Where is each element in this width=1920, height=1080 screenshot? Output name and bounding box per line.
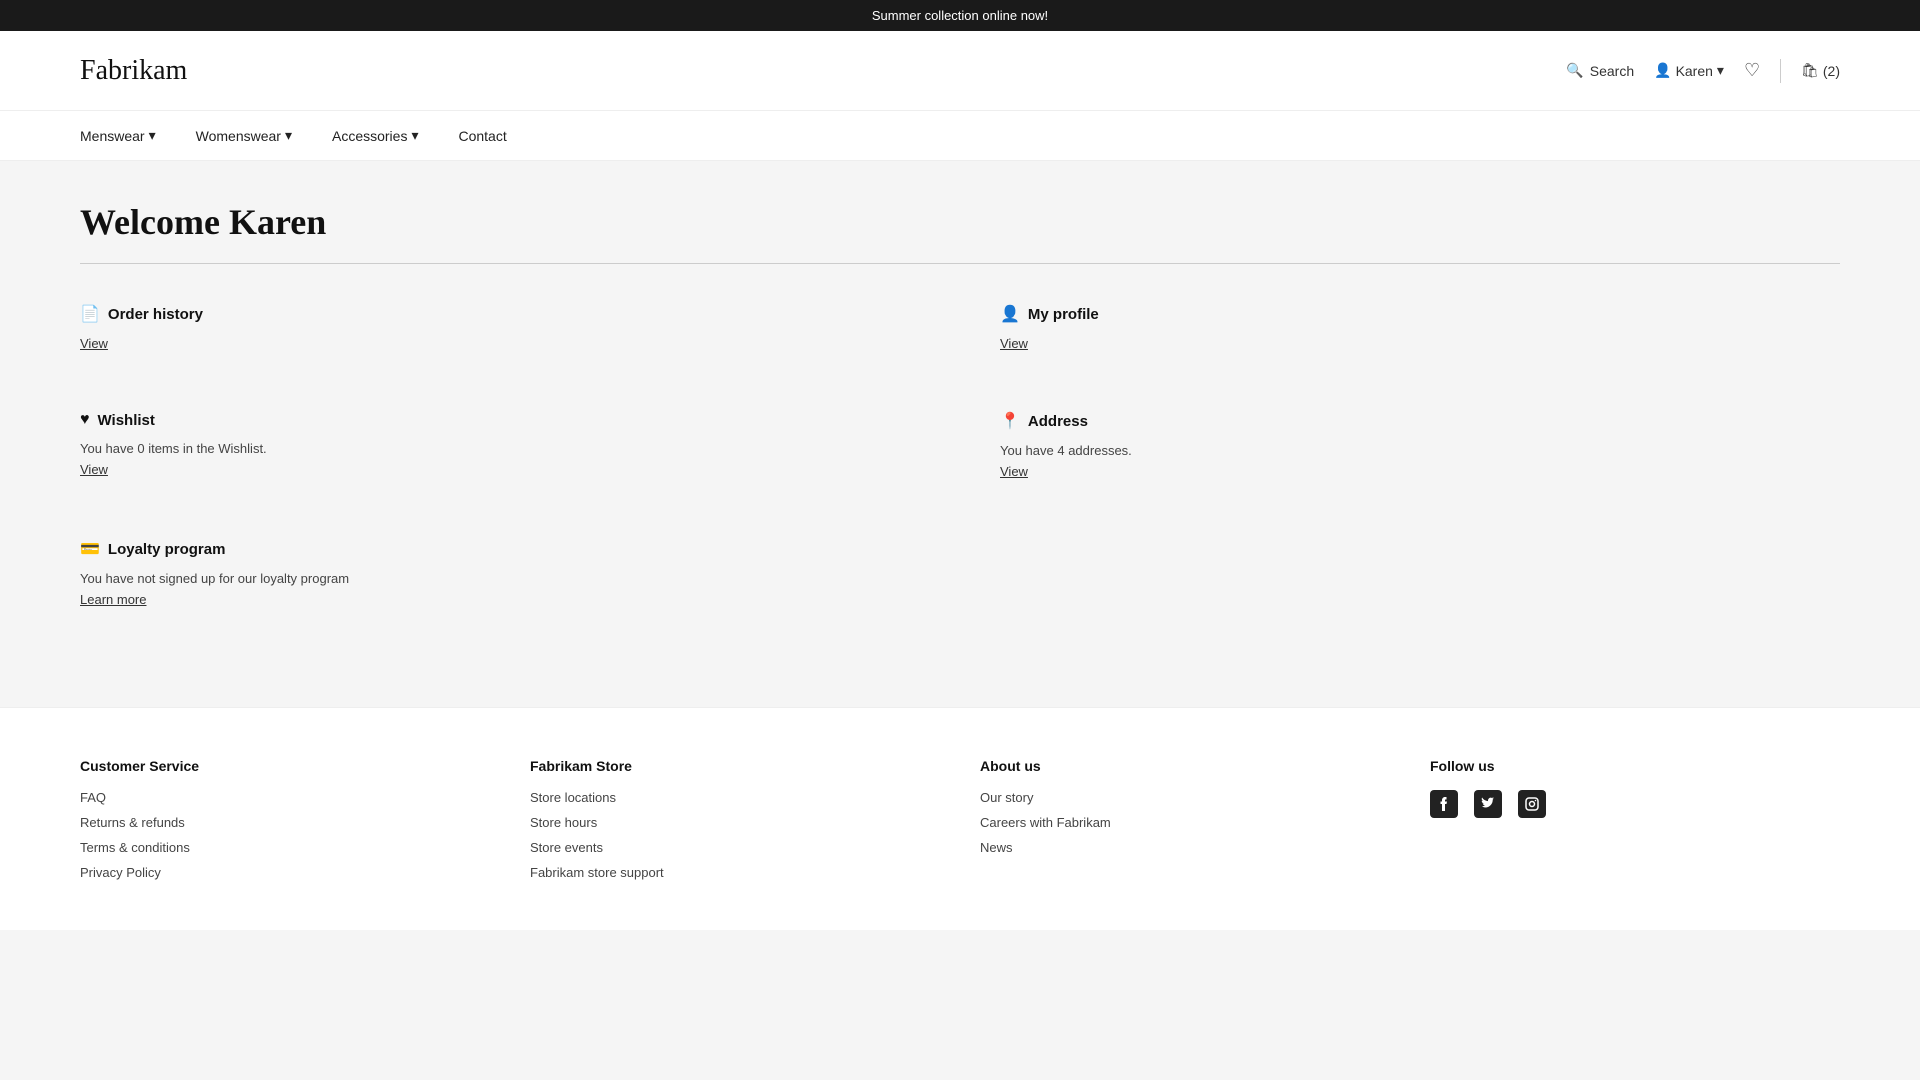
nav-contact[interactable]: Contact bbox=[458, 128, 506, 144]
cart-icon: 🛍 bbox=[1801, 62, 1819, 79]
nav-accessories-label: Accessories bbox=[332, 128, 407, 144]
footer-link-our-story[interactable]: Our story bbox=[980, 790, 1390, 805]
user-menu[interactable]: 👤 Karen ▾ bbox=[1654, 62, 1724, 79]
address-text: You have 4 addresses. bbox=[1000, 443, 1840, 458]
nav-womenswear[interactable]: Womenswear ▾ bbox=[196, 127, 292, 144]
footer-follow-us: Follow us bbox=[1430, 758, 1840, 890]
footer-fabrikam-store: Fabrikam Store Store locations Store hou… bbox=[530, 758, 940, 890]
footer-link-store-events[interactable]: Store events bbox=[530, 840, 940, 855]
footer-link-returns[interactable]: Returns & refunds bbox=[80, 815, 490, 830]
nav-womenswear-label: Womenswear bbox=[196, 128, 281, 144]
nav-menswear-label: Menswear bbox=[80, 128, 145, 144]
loyalty-text: You have not signed up for our loyalty p… bbox=[80, 571, 920, 586]
footer-link-faq[interactable]: FAQ bbox=[80, 790, 490, 805]
wishlist-icon: ♥ bbox=[80, 411, 90, 429]
footer-customer-service: Customer Service FAQ Returns & refunds T… bbox=[80, 758, 490, 890]
wishlist-section: ♥ Wishlist You have 0 items in the Wishl… bbox=[80, 411, 920, 499]
wishlist-title: ♥ Wishlist bbox=[80, 411, 920, 429]
chevron-down-icon: ▾ bbox=[411, 127, 418, 144]
loyalty-title: 💳 Loyalty program bbox=[80, 539, 920, 559]
announcement-bar: Summer collection online now! bbox=[0, 0, 1920, 31]
nav-menswear[interactable]: Menswear ▾ bbox=[80, 127, 156, 144]
footer-about-us-title: About us bbox=[980, 758, 1390, 774]
footer-link-store-hours[interactable]: Store hours bbox=[530, 815, 940, 830]
order-history-view-link[interactable]: View bbox=[80, 336, 920, 351]
search-button[interactable]: 🔍 Search bbox=[1566, 62, 1634, 79]
footer-link-careers[interactable]: Careers with Fabrikam bbox=[980, 815, 1390, 830]
address-title: 📍 Address bbox=[1000, 411, 1840, 431]
header-right: 🔍 Search 👤 Karen ▾ ♡ 🛍 (2) bbox=[1566, 59, 1840, 83]
wishlist-button[interactable]: ♡ bbox=[1744, 60, 1760, 81]
order-history-icon: 📄 bbox=[80, 304, 100, 324]
chevron-down-icon: ▾ bbox=[149, 127, 156, 144]
footer-link-terms[interactable]: Terms & conditions bbox=[80, 840, 490, 855]
social-icons bbox=[1430, 790, 1840, 818]
header: Fabrikam 🔍 Search 👤 Karen ▾ ♡ 🛍 (2) bbox=[0, 31, 1920, 111]
wishlist-view-link[interactable]: View bbox=[80, 462, 920, 477]
account-grid: 📄 Order history View 👤 My profile View ♥… bbox=[80, 304, 1840, 627]
nav-contact-label: Contact bbox=[458, 128, 506, 144]
loyalty-learn-more-link[interactable]: Learn more bbox=[80, 592, 920, 607]
wishlist-text: You have 0 items in the Wishlist. bbox=[80, 441, 920, 456]
footer-fabrikam-store-title: Fabrikam Store bbox=[530, 758, 940, 774]
footer-link-privacy[interactable]: Privacy Policy bbox=[80, 865, 490, 880]
footer-link-store-locations[interactable]: Store locations bbox=[530, 790, 940, 805]
address-icon: 📍 bbox=[1000, 411, 1020, 431]
heart-icon: ♡ bbox=[1744, 60, 1760, 80]
search-icon: 🔍 bbox=[1566, 62, 1583, 79]
footer-customer-service-title: Customer Service bbox=[80, 758, 490, 774]
footer: Customer Service FAQ Returns & refunds T… bbox=[0, 707, 1920, 930]
loyalty-section: 💳 Loyalty program You have not signed up… bbox=[80, 539, 920, 627]
nav-accessories[interactable]: Accessories ▾ bbox=[332, 127, 419, 144]
address-section: 📍 Address You have 4 addresses. View bbox=[1000, 411, 1840, 499]
main-content: Welcome Karen 📄 Order history View 👤 My … bbox=[0, 161, 1920, 707]
announcement-text: Summer collection online now! bbox=[872, 8, 1048, 23]
facebook-icon[interactable] bbox=[1430, 790, 1458, 818]
footer-about-us: About us Our story Careers with Fabrikam… bbox=[980, 758, 1390, 890]
footer-link-news[interactable]: News bbox=[980, 840, 1390, 855]
loyalty-icon: 💳 bbox=[80, 539, 100, 559]
order-history-section: 📄 Order history View bbox=[80, 304, 920, 371]
user-icon: 👤 bbox=[1654, 62, 1671, 79]
order-history-title: 📄 Order history bbox=[80, 304, 920, 324]
footer-grid: Customer Service FAQ Returns & refunds T… bbox=[80, 758, 1840, 890]
footer-follow-us-title: Follow us bbox=[1430, 758, 1840, 774]
title-divider bbox=[80, 263, 1840, 264]
twitter-icon[interactable] bbox=[1474, 790, 1502, 818]
profile-icon: 👤 bbox=[1000, 304, 1020, 324]
footer-link-store-support[interactable]: Fabrikam store support bbox=[530, 865, 940, 880]
chevron-down-icon: ▾ bbox=[285, 127, 292, 144]
cart-button[interactable]: 🛍 (2) bbox=[1801, 62, 1840, 79]
address-view-link[interactable]: View bbox=[1000, 464, 1840, 479]
my-profile-section: 👤 My profile View bbox=[1000, 304, 1840, 371]
chevron-down-icon: ▾ bbox=[1717, 62, 1724, 79]
my-profile-title: 👤 My profile bbox=[1000, 304, 1840, 324]
page-title: Welcome Karen bbox=[80, 201, 1840, 243]
main-nav: Menswear ▾ Womenswear ▾ Accessories ▾ Co… bbox=[0, 111, 1920, 161]
header-divider bbox=[1780, 59, 1781, 83]
instagram-icon[interactable] bbox=[1518, 790, 1546, 818]
logo[interactable]: Fabrikam bbox=[80, 55, 187, 87]
my-profile-view-link[interactable]: View bbox=[1000, 336, 1840, 351]
